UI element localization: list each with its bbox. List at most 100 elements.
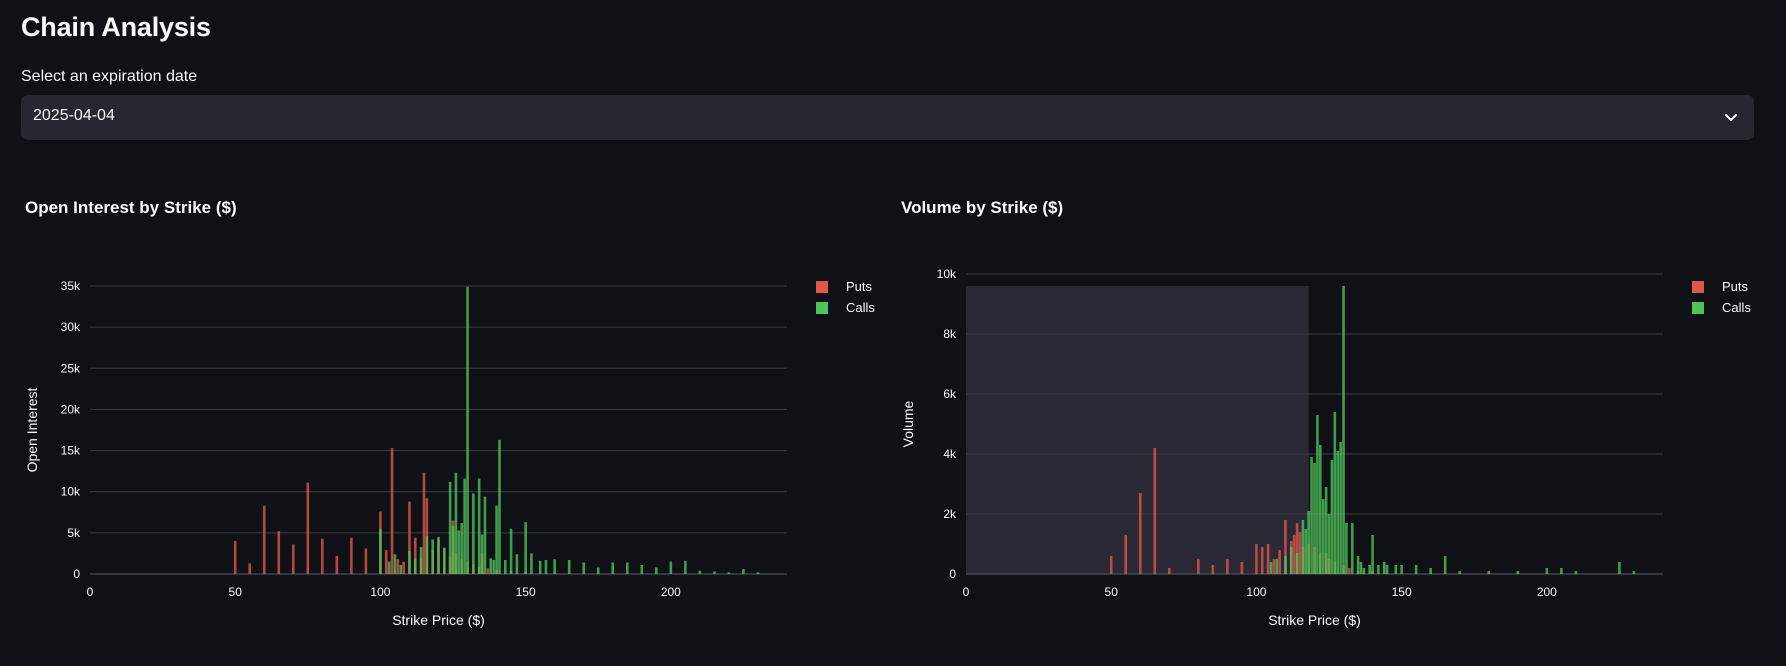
calls-bar xyxy=(611,562,615,574)
puts-bar xyxy=(1272,559,1276,574)
puts-bar xyxy=(402,561,405,574)
y-tick-label: 35k xyxy=(61,279,81,293)
puts-bar xyxy=(1266,544,1270,574)
calls-bar xyxy=(393,554,397,574)
puts-bar xyxy=(1138,493,1142,574)
calls-bar xyxy=(698,570,702,574)
x-axis-label: Strike Price ($) xyxy=(392,612,485,628)
calls-bar xyxy=(1356,556,1360,574)
puts-bar xyxy=(1255,544,1258,574)
x-tick-label: 100 xyxy=(1246,585,1266,599)
calls-swatch xyxy=(816,302,828,314)
calls-bar xyxy=(1632,571,1636,574)
x-tick-label: 50 xyxy=(1105,585,1119,599)
legend-item-calls[interactable]: Calls xyxy=(816,300,875,321)
y-tick-label: 10k xyxy=(61,485,81,499)
calls-bar xyxy=(1330,460,1334,574)
calls-bar xyxy=(756,572,760,574)
y-tick-label: 4k xyxy=(943,447,957,461)
calls-bar xyxy=(1342,286,1345,574)
legend-item-puts[interactable]: Puts xyxy=(1692,279,1751,300)
legend-label-puts: Puts xyxy=(1722,279,1749,294)
calls-bar xyxy=(742,569,745,574)
puts-bar xyxy=(422,472,426,574)
calls-bar xyxy=(515,554,519,574)
legend-item-puts[interactable]: Puts xyxy=(816,279,875,300)
expiration-date-select[interactable]: 2025-04-04 xyxy=(21,95,1754,140)
puts-bar xyxy=(233,541,237,574)
calls-bar xyxy=(1333,412,1337,574)
calls-bar xyxy=(1269,562,1273,574)
calls-bar xyxy=(1275,559,1279,574)
calls-bar xyxy=(413,558,417,574)
calls-bar xyxy=(1313,463,1316,574)
calls-bar xyxy=(1336,451,1340,574)
calls-bar xyxy=(1284,556,1287,574)
calls-bar xyxy=(1295,553,1299,574)
y-axis-label: Volume xyxy=(900,400,916,447)
puts-bar xyxy=(1167,568,1171,574)
y-tick-label: 0 xyxy=(73,567,80,581)
legend-label-calls: Calls xyxy=(1722,300,1751,315)
y-tick-label: 30k xyxy=(61,320,81,334)
legend-item-calls[interactable]: Calls xyxy=(1692,300,1751,321)
puts-bar xyxy=(262,505,266,574)
calls-bar xyxy=(1327,514,1331,574)
y-tick-label: 2k xyxy=(943,507,957,521)
x-tick-label: 150 xyxy=(1392,585,1412,599)
x-tick-label: 150 xyxy=(516,585,536,599)
y-tick-label: 6k xyxy=(943,387,957,401)
calls-bar xyxy=(1385,565,1389,574)
open-interest-legend[interactable]: Puts Calls xyxy=(816,279,875,321)
puts-bar xyxy=(277,531,281,574)
calls-bar xyxy=(625,562,629,574)
calls-bar xyxy=(463,478,466,574)
calls-bar xyxy=(582,562,586,574)
open-interest-chart: 0 5k 10k 15k 20k 25k 30k 35k 0 50 100 150 200 Strike … xyxy=(24,279,787,628)
calls-bar xyxy=(713,571,716,574)
y-tick-label: 25k xyxy=(61,361,81,375)
calls-bar xyxy=(1319,445,1322,574)
puts-bar xyxy=(1278,550,1281,574)
calls-bar xyxy=(1307,511,1310,574)
calls-bar xyxy=(495,505,498,574)
calls-bar xyxy=(727,572,731,574)
calls-bar xyxy=(1350,523,1354,574)
chevron-down-icon[interactable] xyxy=(1722,108,1740,126)
calls-bar xyxy=(530,553,533,574)
y-tick-label: 15k xyxy=(61,444,81,458)
y-axis-label: Open Interest xyxy=(24,387,40,472)
calls-bar xyxy=(1310,457,1313,574)
calls-bar xyxy=(466,286,469,574)
volume-legend[interactable]: Puts Calls xyxy=(1692,279,1751,321)
x-tick-label: 50 xyxy=(229,585,243,599)
calls-bar xyxy=(1289,547,1293,574)
calls-bar xyxy=(1301,520,1305,574)
puts-bar xyxy=(1153,448,1157,574)
calls-bar xyxy=(489,558,493,574)
calls-bar xyxy=(503,560,507,574)
calls-bar xyxy=(1443,556,1447,574)
calls-bar xyxy=(1429,568,1432,574)
calls-bar xyxy=(596,567,600,574)
calls-bar xyxy=(451,526,455,574)
puts-bar xyxy=(486,568,490,574)
calls-bar xyxy=(457,530,461,574)
x-tick-label: 0 xyxy=(87,585,94,599)
calls-bar xyxy=(538,560,542,574)
puts-bar xyxy=(1109,556,1113,574)
calls-bar xyxy=(1345,523,1348,574)
calls-bar xyxy=(399,564,403,574)
puts-swatch xyxy=(1692,281,1704,293)
calls-bar xyxy=(1414,565,1418,574)
calls-bar xyxy=(460,522,464,574)
puts-bar xyxy=(1292,535,1296,574)
calls-bar xyxy=(1560,568,1563,574)
volume-chart-title: Volume by Strike ($) xyxy=(901,198,1064,217)
open-interest-chart-title: Open Interest by Strike ($) xyxy=(25,198,237,217)
calls-bar xyxy=(567,560,571,574)
calls-bar xyxy=(1516,571,1520,574)
volume-chart: 0 2k 4k 6k 8k 10k 0 50 100 150 200 Strike Price ($)… xyxy=(900,267,1663,628)
puts-bar xyxy=(248,563,252,574)
calls-bar xyxy=(1377,565,1380,574)
